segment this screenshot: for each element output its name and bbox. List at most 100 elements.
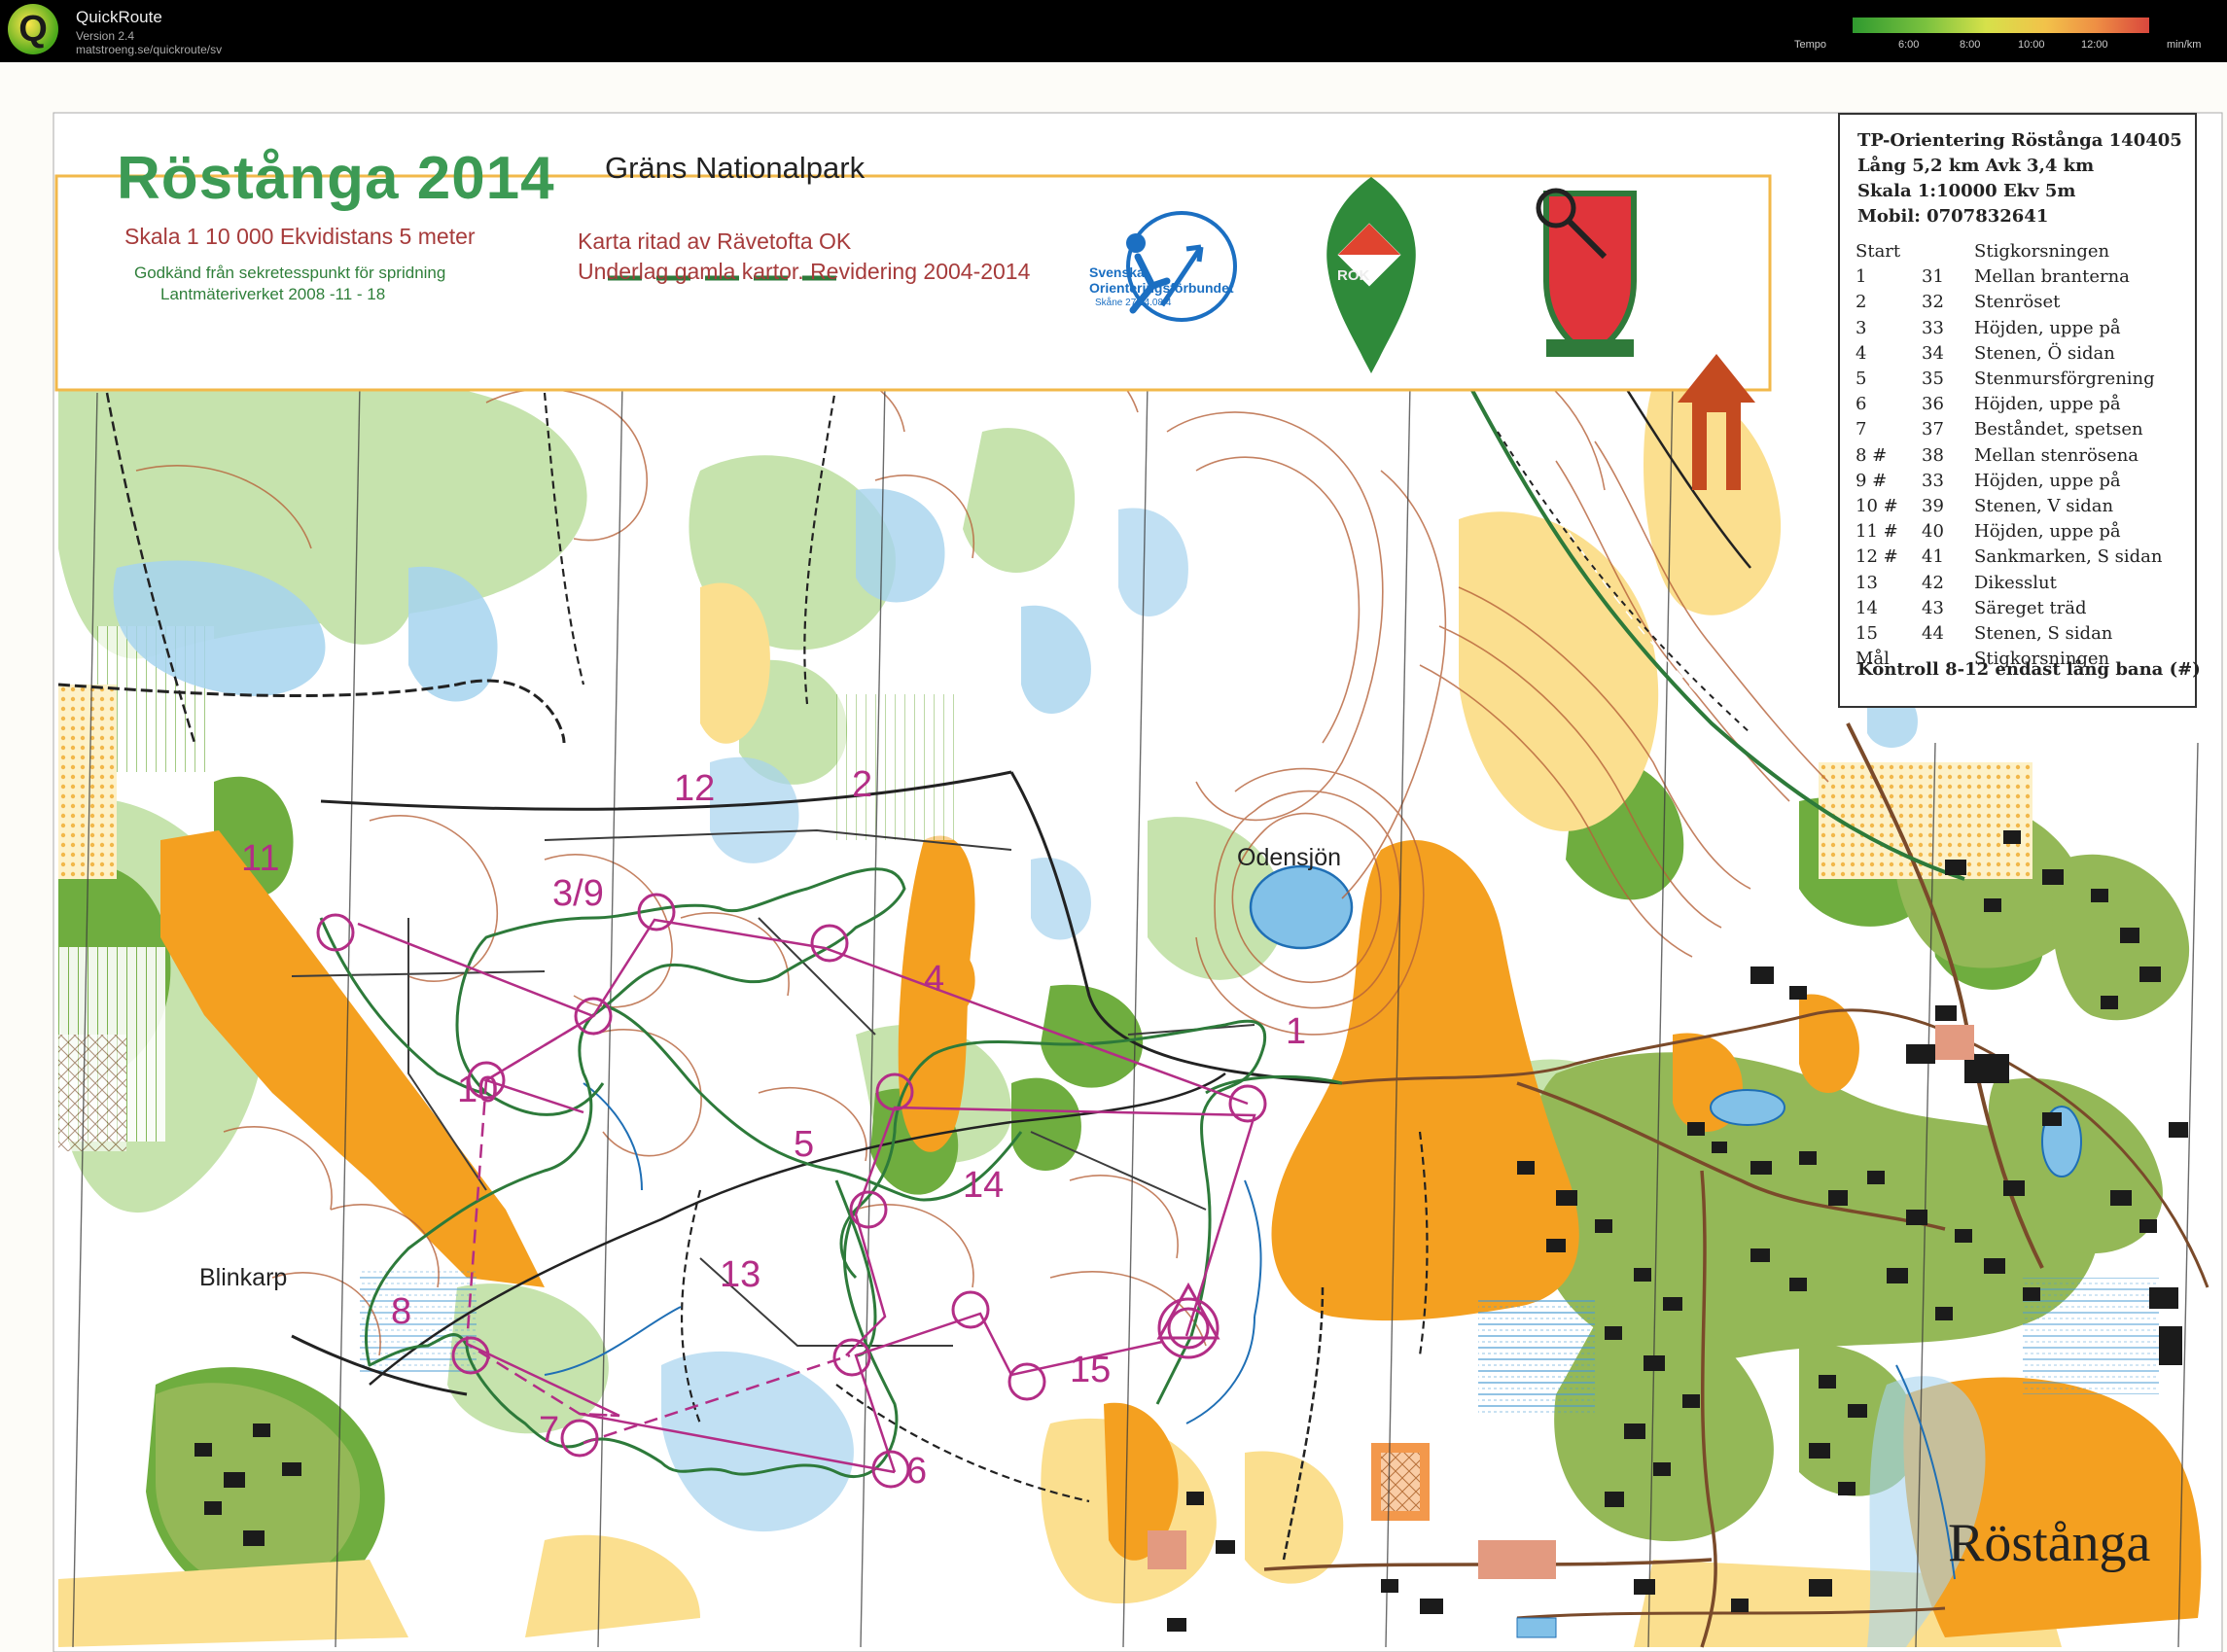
lake-name: Odensjön [1237,844,1342,871]
legend-control-code: 41 [1922,546,1944,568]
legend-control-code: 35 [1922,369,1944,389]
pond [1710,1089,1785,1126]
legend-control-code: 32 [1922,292,1944,313]
tempo-tick: 6:00 [1898,39,1920,51]
legend-course-length: Lång 5,2 km Avk 3,4 km [1857,156,2095,176]
legend-control-number: 7 [1856,419,1867,440]
rough-open-dotted [58,685,117,879]
sof-logo-date: Skåne 27.04.08.4 [1095,298,1172,308]
control-number: 8 [391,1291,412,1332]
tempo-unit: min/km [2167,39,2202,51]
app-name: QuickRoute [76,8,162,26]
control-number: 1 [1286,1011,1307,1052]
map-title: Röstånga 2014 [117,145,555,212]
control-number: 7 [539,1410,560,1451]
legend-scale: Skala 1:10000 Ekv 5m [1857,181,2076,201]
legend-control-number: 14 [1856,597,1878,618]
base-info-text: Underlag gamla kartor. Revidering 2004-2… [578,259,1031,284]
control-number: 3/9 [552,873,604,914]
cultivated-area [58,1035,126,1151]
tempo-color-scale [1853,18,2149,33]
sof-logo-text: Svenska [1089,264,1145,280]
tempo-tick: 12:00 [2081,39,2108,51]
control-number: 15 [1070,1350,1112,1390]
control-number: 12 [674,768,716,809]
legend-description: Stenen, V sidan [1974,496,2114,516]
map-subtitle: Gräns Nationalpark [605,151,866,185]
swimming-pool [1516,1617,1557,1638]
town-name: Röstånga [1948,1513,2151,1573]
legend-control-number: 2 [1856,292,1867,313]
legend-control-code: 38 [1922,444,1944,466]
legend-description: Höjden, uppe på [1974,470,2121,491]
drawn-by-text: Karta ritad av Rävetofta OK [578,228,852,254]
legend-control-code: 44 [1922,623,1944,644]
legend-control-number: 9 # [1856,470,1888,491]
control-number: 14 [963,1165,1005,1206]
legend-footnote: Kontroll 8-12 endast lång bana (#) [1857,659,2201,680]
control-number: 6 [906,1451,928,1492]
legend-phone: Mobil: 0707832641 [1857,206,2049,227]
legend-description: Stenen, Ö sidan [1974,342,2115,364]
control-description-legend: TP-Orientering Röstånga 140405 Lång 5,2 … [1838,113,2201,708]
rok-logo-text: ROK [1337,267,1370,284]
legend-control-code: 34 [1922,342,1944,364]
legend-description: Stenröset [1974,292,2061,313]
control-number: 4 [924,959,945,1000]
legend-control-number: 5 [1856,369,1867,389]
legend-control-number: 6 [1856,394,1867,415]
legend-control-number: 13 [1856,572,1878,593]
legend-control-number: 10 # [1856,496,1898,516]
legend-control-number: Start [1856,241,1901,262]
tempo-tick: 8:00 [1960,39,1981,51]
sof-logo-text: Orienteringsförbundet [1089,280,1234,296]
legend-control-number: 1 [1856,266,1867,288]
legend-description: Mellan stenrösena [1974,444,2139,466]
rough-open-dotted [1819,762,2033,879]
legend-description: Höjden, uppe på [1974,521,2121,543]
legend-description: Mellan branterna [1974,266,2130,288]
legend-description: Dikesslut [1974,572,2057,593]
legend-control-number: 11 # [1856,521,1898,543]
legend-control-code: 31 [1922,266,1944,288]
place-name-blinkarp: Blinkarp [199,1264,288,1291]
tempo-tick: 10:00 [2018,39,2045,51]
legend-description: Säreget träd [1974,597,2087,618]
legend-description: Höjden, uppe på [1974,394,2121,415]
legend-control-number: 3 [1856,317,1867,338]
legend-control-number: 4 [1856,342,1867,364]
legend-description: Stenen, S sidan [1974,623,2113,644]
legend-control-number: 12 # [1856,546,1898,568]
legend-control-code: 33 [1922,317,1944,338]
legend-control-code: 39 [1922,496,1944,516]
legend-header: TP-Orientering Röstånga 140405 Lång 5,2 … [1857,128,2182,229]
legend-control-code: 33 [1922,470,1944,491]
app-url: matstroeng.se/quickroute/sv [76,43,223,56]
app-header-bar: Q QuickRoute Version 2.4 matstroeng.se/q… [0,0,2227,62]
lake-odensjon [1249,864,1354,950]
legend-description: Beståndet, spetsen [1974,419,2143,440]
legend-event-name: TP-Orientering Röstånga 140405 [1857,130,2182,151]
quickroute-logo-icon: Q [8,4,58,54]
approval-text: Lantmäteriverket 2008 -11 - 18 [160,285,386,303]
approval-text: Godkänd från sekretesspunkt för spridnin… [134,264,446,282]
legend-description: Stigkorsningen [1974,241,2110,262]
control-number: 13 [720,1254,761,1295]
legend-control-number: 8 # [1856,444,1888,466]
control-number: 5 [794,1124,815,1165]
legend-description: Höjden, uppe på [1974,317,2121,338]
legend-control-code: 40 [1922,521,1944,543]
legend-control-code: 42 [1922,572,1944,593]
control-number: 11 [241,838,280,879]
tempo-label: Tempo [1794,39,1827,51]
legend-description: Sankmarken, S sidan [1974,546,2163,568]
marsh-area [1478,1297,1595,1414]
map-scale: Skala 1 10 000 Ekvidistans 5 meter [124,224,476,249]
legend-control-number: 15 [1856,623,1878,644]
building-area-hatched [1381,1453,1420,1511]
legend-control-code: 43 [1922,597,1944,618]
legend-description: Stenmursförgrening [1974,369,2155,389]
legend-control-code: 37 [1922,419,1944,440]
control-number: 2 [852,764,873,805]
marsh-area [2023,1278,2159,1394]
